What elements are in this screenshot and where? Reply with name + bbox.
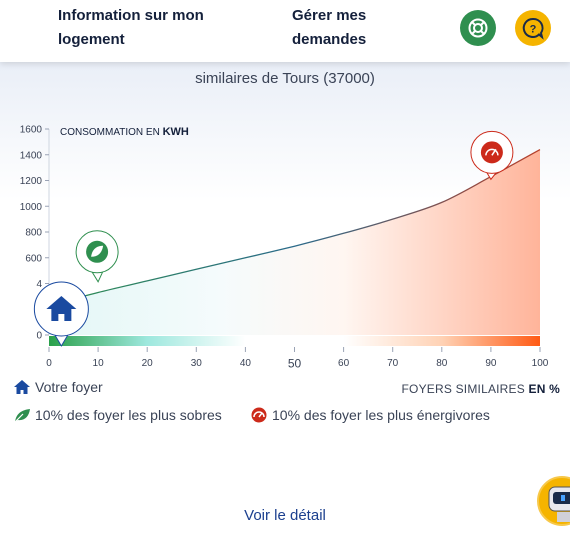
y-tick-label: 1400 <box>20 150 43 161</box>
x-tick-label: 10 <box>93 358 105 369</box>
y-tick-label: 800 <box>25 228 42 239</box>
x-tick-label: 40 <box>240 358 252 369</box>
x-tick-label: 100 <box>532 358 549 369</box>
lifebuoy-icon <box>468 18 488 38</box>
x-tick-label: 90 <box>485 358 497 369</box>
x-tick-label: 20 <box>142 358 154 369</box>
voir-detail-link[interactable]: Voir le détail <box>0 507 570 524</box>
legend-sobres-label: 10% des foyer les plus sobres <box>35 407 222 423</box>
x-tick-label: 60 <box>338 358 350 369</box>
y-tick-label: 1000 <box>20 202 43 213</box>
gauge-icon <box>251 407 267 423</box>
nav-gerer-demandes[interactable]: Gérer mes demandes <box>292 4 412 52</box>
x-tick-label: 30 <box>191 358 203 369</box>
chart-title: CONSOMMATION EN KWH <box>60 126 189 138</box>
x-tick-label: 70 <box>387 358 399 369</box>
robot-assistant-icon <box>548 486 570 522</box>
chart-subtitle: similaires de Tours (37000) <box>195 70 375 87</box>
svg-text:?: ? <box>530 24 537 36</box>
legend-energivores: 10% des foyer les plus énergivores <box>250 407 490 423</box>
percentile-gradient-bar <box>49 336 540 346</box>
question-bubble-icon: ? <box>522 17 544 40</box>
header: Information sur mon logement Gérer mes d… <box>0 0 570 62</box>
x-tick-label: 50 <box>288 357 302 371</box>
y-tick-label: 1600 <box>20 125 43 136</box>
nav-information-logement[interactable]: Information sur mon logement <box>58 4 248 52</box>
legend-energivores-label: 10% des foyer les plus énergivores <box>272 407 490 423</box>
help-button[interactable] <box>460 10 496 46</box>
y-tick-label: 0 <box>36 331 42 342</box>
y-tick-label: 600 <box>25 253 42 264</box>
legend-votre-foyer: Votre foyer <box>13 379 103 395</box>
y-tick-label: 4 <box>36 279 42 290</box>
house-icon <box>14 380 30 394</box>
x-axis-unit-label: FOYERS SIMILAIRES EN % <box>401 382 560 396</box>
gauge-marker-icon <box>480 141 503 164</box>
x-axis: 0 10 20 30 40 50 60 70 80 90 100 <box>46 347 549 371</box>
legend-votre-foyer-label: Votre foyer <box>35 379 103 395</box>
x-tick-label: 80 <box>436 358 448 369</box>
legend-sobres: 10% des foyer les plus sobres <box>13 407 222 423</box>
leaf-icon <box>14 409 30 423</box>
x-tick-label: 0 <box>46 358 52 369</box>
consumption-area <box>49 149 540 335</box>
question-button[interactable]: ? <box>515 10 551 46</box>
y-tick-label: 1200 <box>20 176 43 187</box>
consumption-chart: 0246008001000120014001600 01020304050607… <box>20 125 549 371</box>
sobres-marker <box>75 230 119 283</box>
